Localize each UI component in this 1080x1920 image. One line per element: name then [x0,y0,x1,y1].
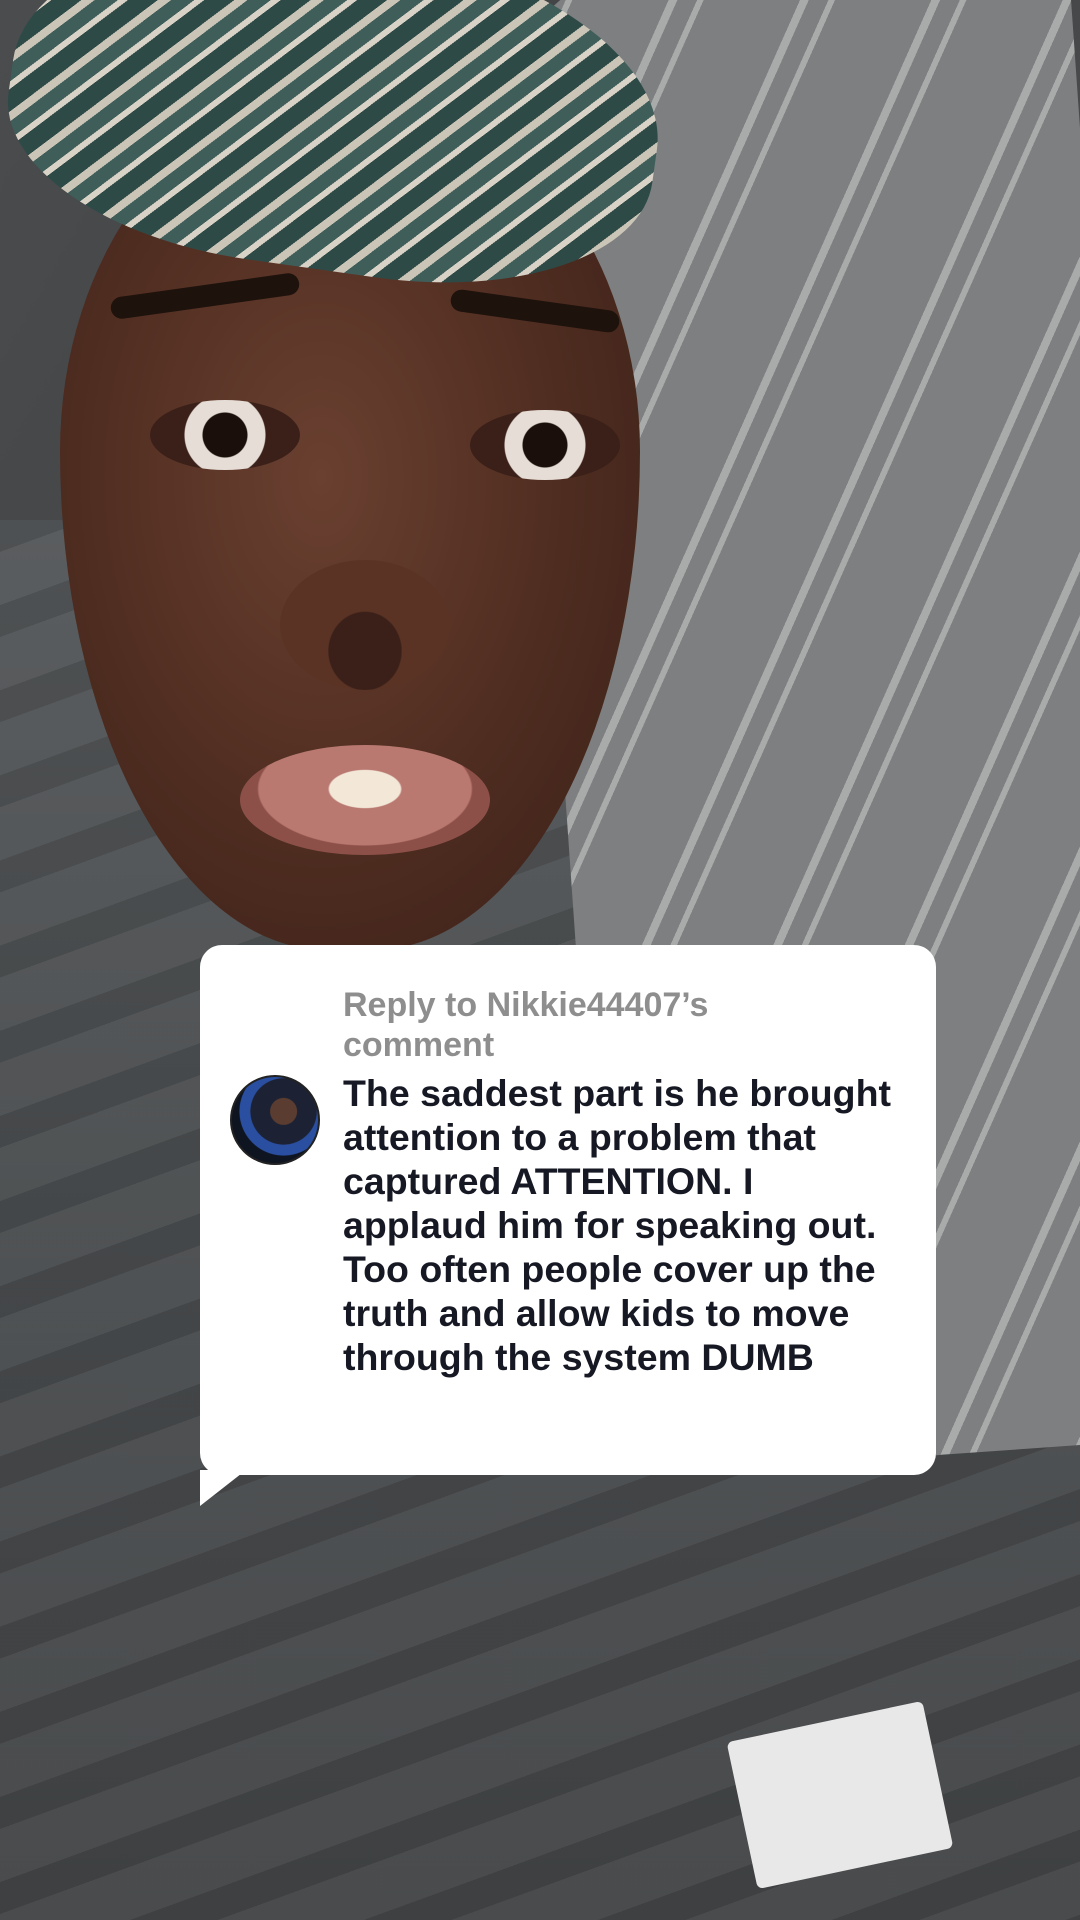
mouth [240,745,490,855]
comment-reply-sticker[interactable]: Reply to Nikkie44407’s comment The sadde… [200,945,936,1475]
nose [280,560,450,690]
comment-text: The saddest part is he brought attention… [343,1072,891,1378]
reply-header: Reply to Nikkie44407’s comment [343,985,896,1065]
left-eye [150,400,300,470]
reply-comment-label: comment [343,1026,495,1064]
reply-to-label: Reply to Nikkie44407’s [343,986,709,1024]
commenter-avatar[interactable] [230,1075,320,1165]
right-eye [470,410,620,480]
speech-bubble-tail [200,1470,246,1506]
